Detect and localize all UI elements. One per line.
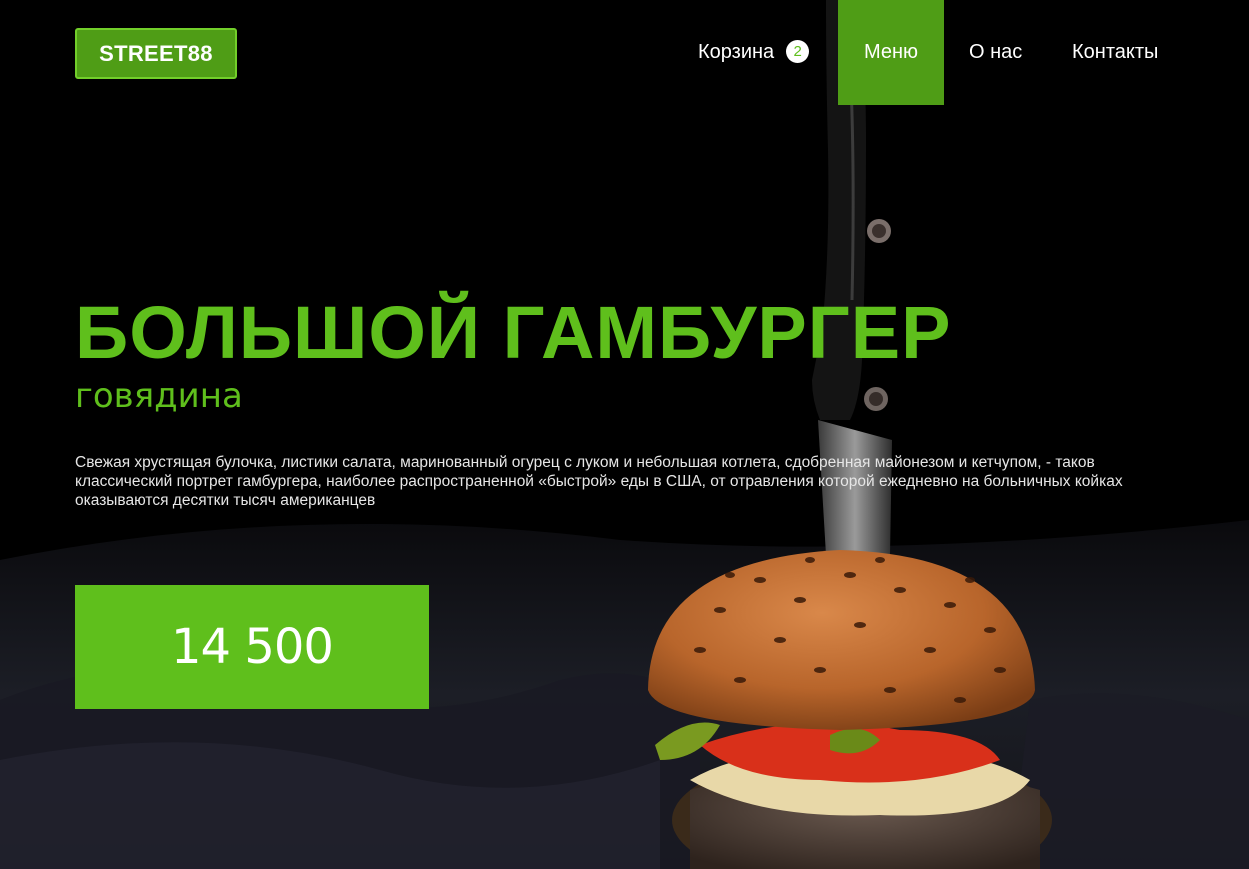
hero-burger-image: [0, 0, 1249, 869]
site-header: STREET88 Корзина 2 Меню О нас Контакты: [0, 0, 1249, 105]
nav-menu[interactable]: Меню: [838, 0, 944, 105]
logo[interactable]: STREET88: [75, 28, 237, 79]
product-description: Свежая хрустящая булочка, листики салата…: [75, 454, 1123, 509]
product-subtitle: говядина: [75, 376, 243, 416]
nav-cart-label: Корзина: [698, 41, 775, 63]
cart-count-badge: 2: [786, 40, 810, 64]
nav-cart[interactable]: Корзина 2: [698, 0, 810, 105]
nav-contacts[interactable]: Контакты: [1072, 0, 1158, 105]
product-title: БОЛЬШОЙ ГАМБУРГЕР: [75, 291, 952, 374]
nav-about[interactable]: О нас: [969, 0, 1022, 105]
price-button[interactable]: 14 500: [75, 585, 429, 709]
